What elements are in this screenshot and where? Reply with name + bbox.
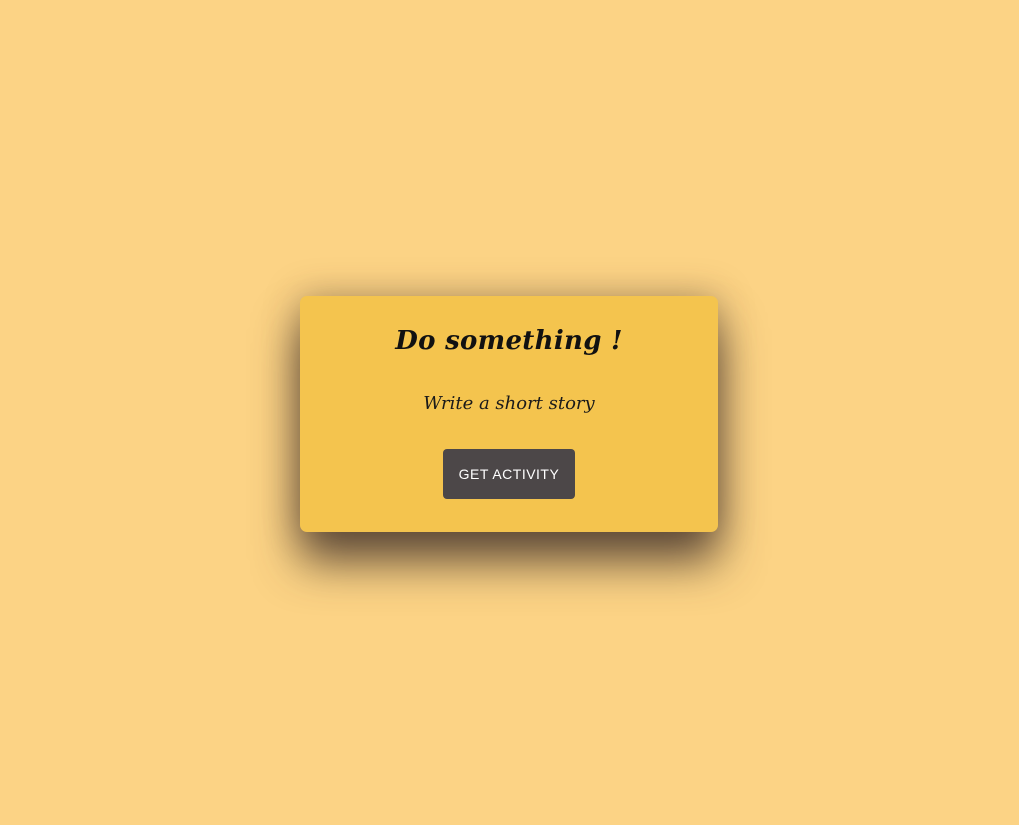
card-title: Do something ! xyxy=(395,326,623,356)
activity-card: Do something ! Write a short story GET A… xyxy=(300,296,718,532)
activity-text: Write a short story xyxy=(423,393,595,414)
get-activity-button[interactable]: GET ACTIVITY xyxy=(443,449,575,499)
